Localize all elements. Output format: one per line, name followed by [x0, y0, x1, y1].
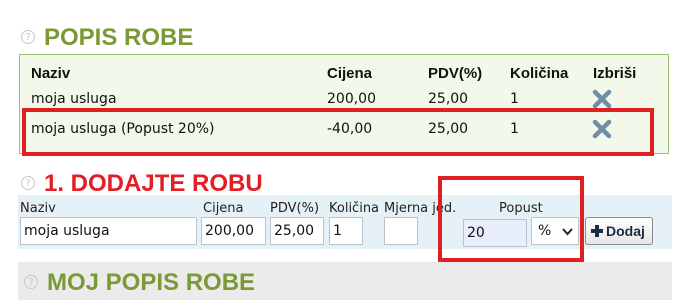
label-pdv: PDV(%): [270, 201, 320, 216]
plus-icon: [591, 225, 603, 237]
section-title-add: 1. DODAJTE ROBU: [44, 170, 263, 197]
section-title-items: POPIS ROBE: [44, 24, 194, 51]
mjerna-jedinica-input[interactable]: [384, 217, 418, 245]
row-naziv: moja usluga: [31, 91, 117, 107]
delete-icon[interactable]: [592, 89, 612, 109]
highlight-box: [438, 176, 584, 262]
highlight-box: [22, 108, 654, 156]
pdv-input[interactable]: 25,00: [270, 217, 324, 245]
header-kolicina: Količina: [510, 65, 569, 82]
row-pdv: 25,00: [428, 91, 469, 107]
label-cijena: Cijena: [203, 201, 244, 216]
help-icon[interactable]: ?: [21, 30, 35, 44]
row-cijena: 200,00: [327, 91, 376, 107]
header-pdv: PDV(%): [428, 65, 483, 82]
section-title-my-items: MOJ POPIS ROBE: [47, 269, 256, 296]
naziv-input[interactable]: moja usluga: [20, 217, 197, 245]
header-naziv: Naziv: [31, 65, 71, 82]
header-izbrisi: Izbriši: [593, 65, 637, 82]
add-button-label: Dodaj: [606, 223, 645, 239]
add-button[interactable]: Dodaj: [585, 217, 653, 245]
help-icon[interactable]: ?: [24, 275, 38, 289]
cijena-input[interactable]: 200,00: [201, 217, 266, 245]
help-icon[interactable]: ?: [21, 176, 35, 190]
header-cijena: Cijena: [327, 65, 373, 82]
kolicina-input[interactable]: 1: [329, 217, 363, 245]
row-kolicina: 1: [510, 91, 519, 107]
label-kolicina: Količina: [329, 201, 380, 216]
label-naziv: Naziv: [20, 201, 56, 216]
